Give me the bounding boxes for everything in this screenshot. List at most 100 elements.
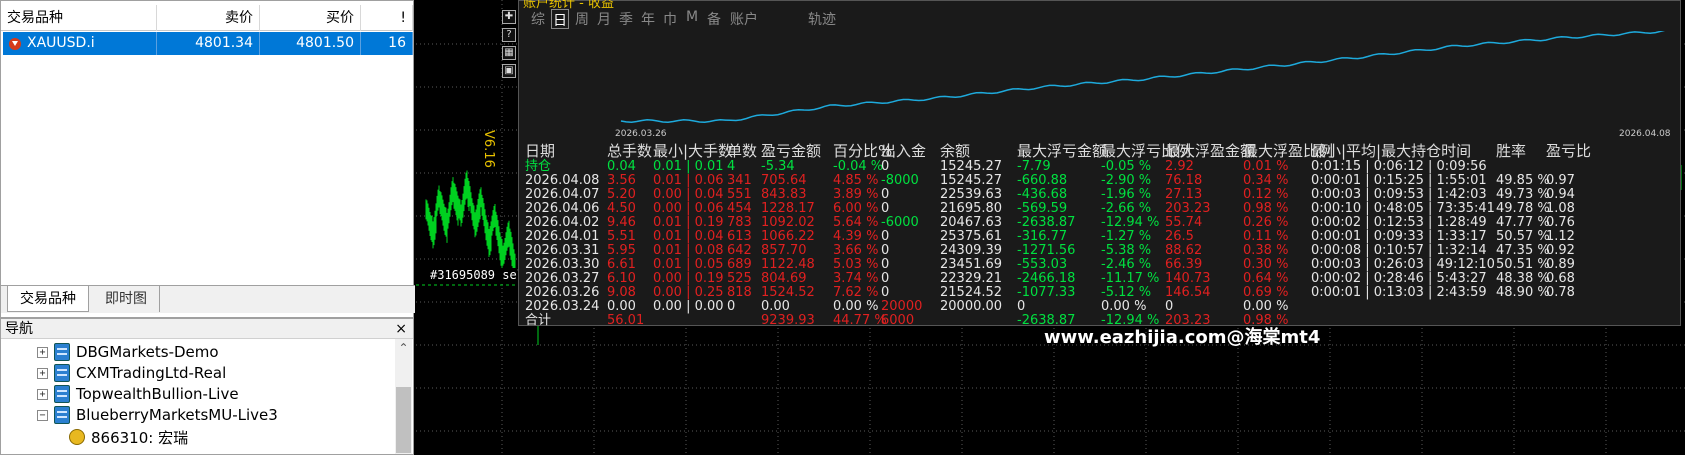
nav-server-item[interactable]: − BlueberryMarketsMU-Live3 bbox=[37, 404, 278, 426]
count-cell: 454 bbox=[727, 201, 752, 216]
balance-cell: 15245.27 bbox=[940, 159, 1003, 174]
col-header: 最小|大手数 bbox=[653, 142, 734, 160]
profit-ratio-cell: 0.94 bbox=[1546, 187, 1575, 202]
period-tab[interactable]: 账户 bbox=[727, 9, 761, 29]
navigator-title: 导航 bbox=[5, 321, 33, 337]
max-float-profit-pct-cell: 0.11 % bbox=[1243, 229, 1289, 244]
crosshair-icon[interactable]: ✚ bbox=[502, 10, 516, 24]
period-tab[interactable]: 年 bbox=[639, 9, 657, 29]
profit-ratio-cell: 0.89 bbox=[1546, 257, 1575, 272]
max-float-profit-pct-cell: 0.26 % bbox=[1243, 215, 1289, 230]
max-float-profit-cell: 2.92 bbox=[1165, 159, 1194, 174]
date-cell: 2026.03.26 bbox=[525, 285, 600, 300]
scroll-up-icon[interactable]: ⌃ bbox=[395, 341, 412, 355]
max-float-loss-pct-cell: -5.38 % bbox=[1101, 243, 1152, 258]
curve-start-date: 2026.03.26 bbox=[615, 129, 667, 139]
navigator-scrollbar[interactable]: ⌃ bbox=[395, 339, 412, 454]
nav-server-item[interactable]: + DBGMarkets-Demo bbox=[37, 341, 219, 363]
period-tab[interactable]: M bbox=[683, 9, 701, 29]
max-float-loss-pct-cell: -0.05 % bbox=[1101, 159, 1152, 174]
io-cell: 0 bbox=[881, 285, 890, 300]
lots-cell: 0.04 bbox=[607, 159, 636, 174]
max-float-profit-cell: 140.73 bbox=[1165, 271, 1211, 286]
server-icon bbox=[54, 364, 70, 382]
max-float-profit-pct-cell: 0.38 % bbox=[1243, 243, 1289, 258]
period-tab[interactable]: 巾 bbox=[661, 9, 679, 29]
pnl-cell: 0.00 bbox=[761, 299, 790, 314]
pnl-cell: 1066.22 bbox=[761, 229, 815, 244]
col-symbol[interactable]: 交易品种 bbox=[1, 5, 157, 31]
profit-ratio-cell: 0.76 bbox=[1546, 215, 1575, 230]
terminal-window: 交易品种 卖价 买价 ! XAUUSD.i 4801.34 4801.50 16… bbox=[0, 0, 1685, 455]
hold-time-cell: 0:00:03 | 0:09:53 | 1:42:03 bbox=[1311, 187, 1487, 202]
col-spread[interactable]: ! bbox=[361, 5, 413, 31]
collapse-icon[interactable]: − bbox=[37, 409, 48, 421]
win-rate-cell: 48.90 % bbox=[1496, 285, 1550, 300]
tab-symbols[interactable]: 交易品种 bbox=[7, 286, 89, 312]
count-cell: 642 bbox=[727, 243, 752, 258]
max-float-loss-pct-cell: -2.46 % bbox=[1101, 257, 1152, 272]
pnl-cell: 857.70 bbox=[761, 243, 807, 258]
lots-cell: 9.46 bbox=[607, 215, 636, 230]
nav-server-item[interactable]: + CXMTradingLtd-Real bbox=[37, 362, 226, 384]
hold-time-cell: 0:00:01 | 0:09:33 | 1:33:17 bbox=[1311, 229, 1487, 244]
left-panel: 交易品种 卖价 买价 ! XAUUSD.i 4801.34 4801.50 16… bbox=[0, 0, 415, 455]
max-float-loss-pct-cell: -2.66 % bbox=[1101, 201, 1152, 216]
count-cell: 525 bbox=[727, 271, 752, 286]
period-tab[interactable]: 周 bbox=[573, 9, 591, 29]
nav-account-item[interactable]: 866310: 宏瑞 bbox=[69, 426, 188, 448]
period-tab[interactable]: 季 bbox=[617, 9, 635, 29]
max-float-profit-pct-cell: 0.01 % bbox=[1243, 159, 1289, 174]
period-tabs: 综日周月季年巾 M 备账户 轨迹 bbox=[529, 9, 839, 29]
total-io: 6000 bbox=[881, 313, 915, 328]
count-cell: 783 bbox=[727, 215, 752, 230]
col-header: 总手数 bbox=[607, 142, 653, 160]
minmax-cell: 0.00 | 0.06 bbox=[653, 201, 724, 216]
col-header: 盈亏比 bbox=[1546, 142, 1592, 160]
win-rate-cell: 47.35 % bbox=[1496, 243, 1550, 258]
period-tab[interactable]: 日 bbox=[551, 9, 569, 29]
date-cell: 2026.04.02 bbox=[525, 215, 600, 230]
total-label: 合计 bbox=[525, 313, 552, 328]
minmax-cell: 0.01 | 0.05 bbox=[653, 257, 724, 272]
expand-icon[interactable]: + bbox=[37, 346, 48, 358]
scroll-thumb[interactable] bbox=[396, 387, 411, 453]
col-bid[interactable]: 卖价 bbox=[157, 5, 260, 31]
pct-cell: 4.85 % bbox=[833, 173, 879, 188]
expand-icon[interactable]: + bbox=[37, 388, 48, 400]
order-label: #31695089 sel bbox=[430, 268, 524, 282]
col-header: 最大浮亏金额 bbox=[1017, 142, 1108, 160]
balance-cell: 24309.39 bbox=[940, 243, 1003, 258]
period-tab[interactable]: 月 bbox=[595, 9, 613, 29]
period-tab[interactable]: 轨迹 bbox=[805, 9, 839, 29]
minmax-cell: 0.01 | 0.04 bbox=[653, 229, 724, 244]
balance-cell: 25375.61 bbox=[940, 229, 1003, 244]
count-cell: 689 bbox=[727, 257, 752, 272]
server-icon bbox=[54, 406, 70, 424]
col-ask[interactable]: 买价 bbox=[260, 5, 361, 31]
nav-server-item[interactable]: + TopwealthBullion-Live bbox=[37, 383, 239, 405]
io-cell: -6000 bbox=[881, 215, 919, 230]
account-name: 866310: 宏瑞 bbox=[91, 428, 189, 447]
count-cell: 341 bbox=[727, 173, 752, 188]
stats-panel: 账户统计 - 收益 综日周月季年巾 M 备账户 轨迹 2026.03.26 2026.… bbox=[518, 0, 1681, 328]
win-rate-cell: 50.51 % bbox=[1496, 257, 1550, 272]
server-name: TopwealthBullion-Live bbox=[76, 385, 239, 403]
stats-row: 2026.04.01 5.51 0.01 | 0.04 613 1066.22 4.39 … bbox=[525, 230, 1675, 244]
balance-cell: 21524.52 bbox=[940, 285, 1003, 300]
pct-cell: 5.64 % bbox=[833, 215, 879, 230]
period-tab[interactable]: 备 bbox=[705, 9, 723, 29]
count-cell: 613 bbox=[727, 229, 752, 244]
max-float-profit-cell: 27.13 bbox=[1165, 187, 1203, 202]
tab-tick-chart[interactable]: 即时图 bbox=[93, 286, 160, 312]
period-tab[interactable]: 综 bbox=[529, 9, 547, 29]
expand-icon[interactable]: + bbox=[37, 367, 48, 379]
max-float-profit-cell: 26.5 bbox=[1165, 229, 1194, 244]
help-icon[interactable]: ? bbox=[502, 28, 516, 42]
win-rate-cell: 50.57 % bbox=[1496, 229, 1550, 244]
screenshot-icon[interactable]: ▣ bbox=[502, 64, 516, 78]
close-icon[interactable]: × bbox=[395, 319, 407, 339]
grid-icon[interactable]: ▦ bbox=[502, 46, 516, 60]
symbol-row[interactable]: XAUUSD.i 4801.34 4801.50 16 bbox=[3, 32, 413, 55]
max-float-profit-cell: 203.23 bbox=[1165, 201, 1211, 216]
